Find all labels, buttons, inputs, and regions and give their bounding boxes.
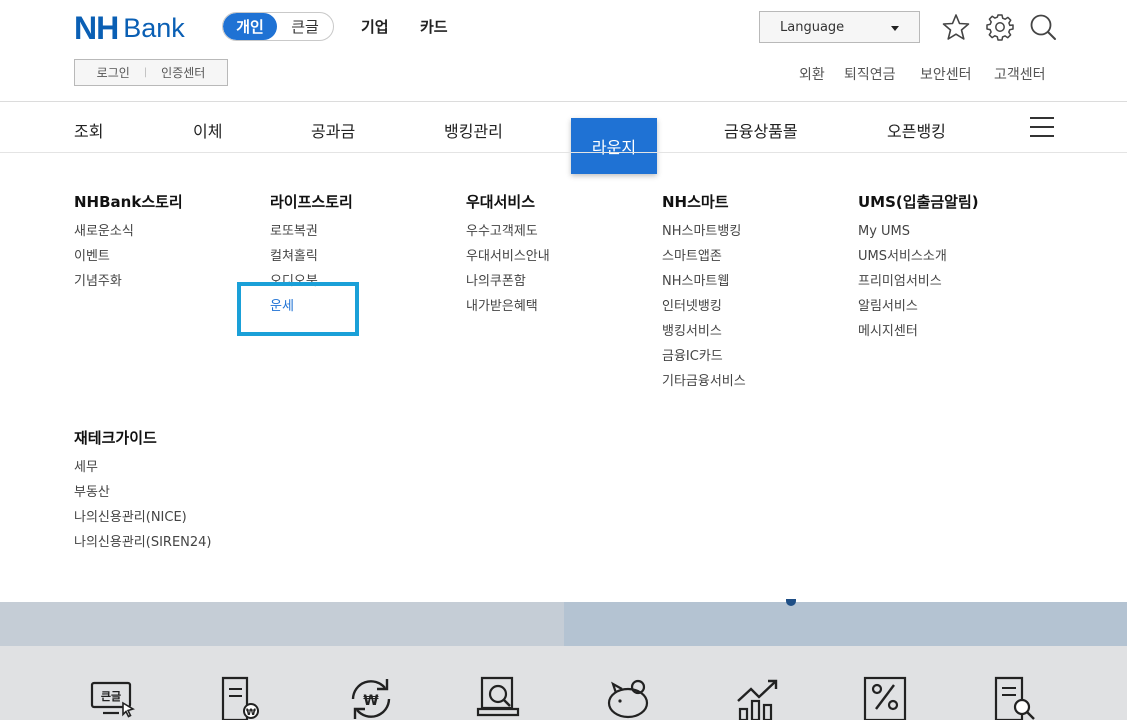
menu-item[interactable]: 기념주화 [74,273,183,298]
util-link-security[interactable]: 보안센터 [920,64,972,84]
star-icon[interactable] [942,13,970,41]
menu-item[interactable]: NH스마트뱅킹 [662,223,746,248]
menu-col-title: 재테크가이드 [74,429,157,447]
percent-document-icon[interactable] [862,675,910,720]
top-nav-business[interactable]: 기업 [361,16,389,37]
menu-col-ums: UMS(입출금알림) My UMS UMS서비스소개 프리미엄서비스 알림서비스… [858,192,979,348]
gnb-item-product-mall[interactable]: 금융상품몰 [724,118,798,142]
menu-item[interactable]: 우대서비스안내 [466,248,550,273]
menu-item[interactable]: 이벤트 [74,248,183,273]
nh-bank-logo[interactable]: NH Bank [74,12,185,44]
menu-item[interactable]: 로또복권 [270,223,353,248]
caret-down-icon [891,26,899,31]
document-won-icon[interactable]: ₩ [218,675,266,720]
language-select[interactable]: Language [759,11,920,43]
menu-item[interactable]: 나의쿠폰함 [466,273,550,298]
menu-col-finance-guide: 재테크가이드 세무 부동산 나의신용관리(NICE) 나의신용관리(SIREN2… [74,428,212,559]
menu-col-title: UMS(입출금알림) [858,193,979,211]
svg-text:₩: ₩ [246,708,256,718]
quick-menu-strip [0,646,1127,720]
exchange-won-icon[interactable]: ₩ [347,675,395,720]
menu-item[interactable]: NH스마트웹 [662,273,746,298]
menu-item[interactable]: 알림서비스 [858,298,979,323]
gnb-item-open-banking[interactable]: 오픈뱅킹 [887,118,946,142]
util-link-forex[interactable]: 외환 [799,64,825,84]
svg-text:₩: ₩ [363,693,379,709]
menu-col-title: NHBank스토리 [74,193,183,211]
menu-col-title: 라이프스토리 [270,193,353,211]
menu-col-title: NH스마트 [662,193,729,211]
logo-nh-text: NH [74,10,119,46]
large-text-mode-button[interactable]: 큰글 [277,13,333,40]
menu-item[interactable]: 인터넷뱅킹 [662,298,746,323]
menu-item[interactable]: 메시지센터 [858,323,979,348]
menu-item[interactable]: 프리미엄서비스 [858,273,979,298]
menu-item[interactable]: 세무 [74,459,212,484]
hamburger-menu-icon[interactable] [1030,117,1054,137]
header-divider [0,101,1127,102]
gnb-item-utility-bills[interactable]: 공과금 [311,118,355,142]
menu-item[interactable]: 금융IC카드 [662,348,746,373]
banner-right [564,602,1127,646]
menu-item[interactable]: 부동산 [74,484,212,509]
svg-text:큰글: 큰글 [101,690,121,703]
gnb-item-inquiry[interactable]: 조회 [74,118,103,142]
gnb-divider [0,152,1127,153]
menu-item[interactable]: 뱅킹서비스 [662,323,746,348]
document-search-icon[interactable] [992,675,1040,720]
big-text-monitor-icon[interactable]: 큰글 [89,675,137,720]
menu-item[interactable]: 내가받은혜택 [466,298,550,323]
language-select-value: Language [780,19,845,35]
menu-item[interactable]: 나의신용관리(SIREN24) [74,534,212,559]
search-document-icon[interactable] [476,675,524,720]
menu-col-nh-smart: NH스마트 NH스마트뱅킹 스마트앱존 NH스마트웹 인터넷뱅킹 뱅킹서비스 금… [662,192,746,398]
nh-bank-page: NH Bank 개인 큰글 기업 카드 로그인 | 인증센터 Language … [0,0,1127,720]
login-box: 로그인 | 인증센터 [74,59,228,86]
personal-mode-button[interactable]: 개인 [223,13,277,40]
banner-left [0,602,564,646]
login-separator: | [143,67,148,78]
gnb-item-transfer[interactable]: 이체 [193,118,222,142]
highlight-box [237,282,359,336]
top-nav-card[interactable]: 카드 [420,16,448,37]
menu-col-title: 우대서비스 [466,193,536,211]
menu-item[interactable]: 기타금융서비스 [662,373,746,398]
util-link-customer[interactable]: 고객센터 [994,64,1046,84]
piggy-bank-icon[interactable] [604,675,652,720]
cert-center-link[interactable]: 인증센터 [161,64,205,81]
menu-item[interactable]: 우수고객제도 [466,223,550,248]
gear-icon[interactable] [986,13,1014,41]
login-link[interactable]: 로그인 [97,64,130,81]
menu-col-nhbank-story: NHBank스토리 새로운소식 이벤트 기념주화 [74,192,183,298]
growth-chart-icon[interactable] [734,675,782,720]
gnb-item-lounge[interactable]: 라운지 [571,118,657,174]
menu-item[interactable]: 컬쳐홀릭 [270,248,353,273]
menu-col-premium-service: 우대서비스 우수고객제도 우대서비스안내 나의쿠폰함 내가받은혜택 [466,192,550,323]
search-icon[interactable] [1029,13,1057,41]
menu-item[interactable]: 새로운소식 [74,223,183,248]
menu-item[interactable]: 스마트앱존 [662,248,746,273]
util-link-pension[interactable]: 퇴직연금 [844,64,896,84]
menu-item[interactable]: 나의신용관리(NICE) [74,509,212,534]
gnb-item-banking-mgmt[interactable]: 뱅킹관리 [444,118,503,142]
menu-item[interactable]: UMS서비스소개 [858,248,979,273]
menu-item[interactable]: My UMS [858,223,979,248]
view-mode-toggle: 개인 큰글 [222,12,334,41]
logo-bank-text: Bank [123,13,185,43]
